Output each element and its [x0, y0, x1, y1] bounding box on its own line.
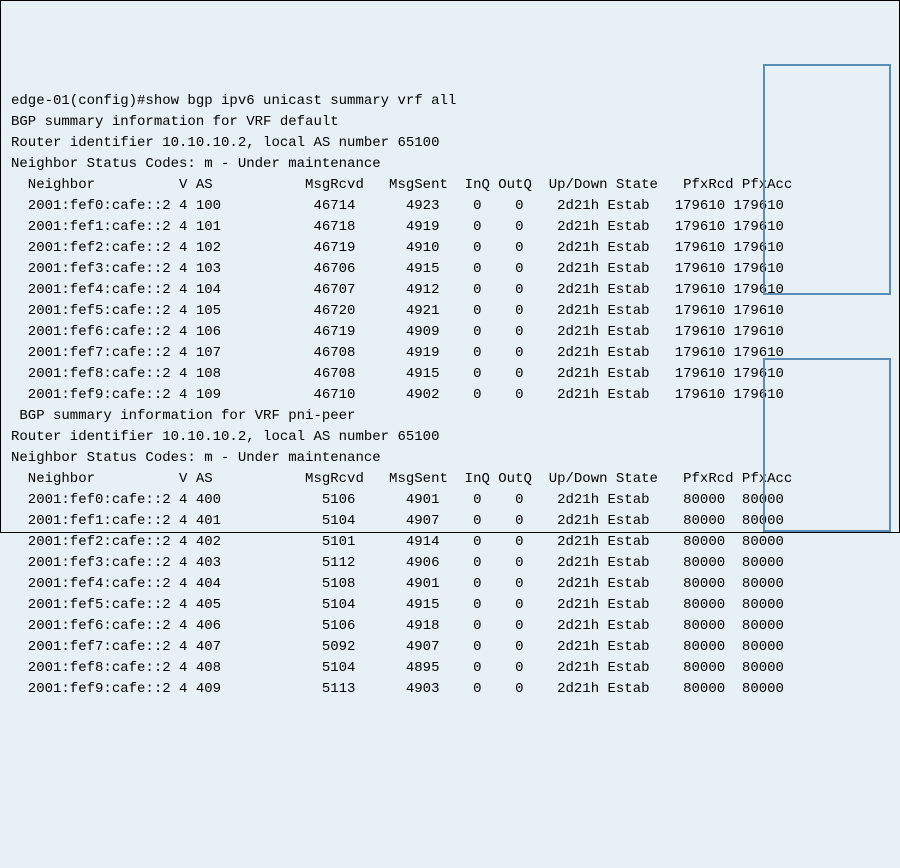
- terminal-line: Neighbor V AS MsgRcvd MsgSent InQ OutQ U…: [11, 175, 889, 196]
- terminal-line: 2001:fef4:cafe::2 4 404 5108 4901 0 0 2d…: [11, 574, 889, 595]
- terminal-line: 2001:fef3:cafe::2 4 403 5112 4906 0 0 2d…: [11, 553, 889, 574]
- terminal-line: 2001:fef9:cafe::2 4 409 5113 4903 0 0 2d…: [11, 679, 889, 700]
- terminal-line: Router identifier 10.10.10.2, local AS n…: [11, 427, 889, 448]
- terminal-line: 2001:fef2:cafe::2 4 102 46719 4910 0 0 2…: [11, 238, 889, 259]
- terminal-line: 2001:fef6:cafe::2 4 106 46719 4909 0 0 2…: [11, 322, 889, 343]
- terminal-line: 2001:fef1:cafe::2 4 401 5104 4907 0 0 2d…: [11, 511, 889, 532]
- terminal-line: 2001:fef5:cafe::2 4 405 5104 4915 0 0 2d…: [11, 595, 889, 616]
- terminal-line: Neighbor V AS MsgRcvd MsgSent InQ OutQ U…: [11, 469, 889, 490]
- terminal-line: edge-01(config)#show bgp ipv6 unicast su…: [11, 91, 889, 112]
- terminal-line: 2001:fef8:cafe::2 4 108 46708 4915 0 0 2…: [11, 364, 889, 385]
- terminal-line: 2001:fef8:cafe::2 4 408 5104 4895 0 0 2d…: [11, 658, 889, 679]
- terminal-line: 2001:fef5:cafe::2 4 105 46720 4921 0 0 2…: [11, 301, 889, 322]
- terminal-line: BGP summary information for VRF default: [11, 112, 889, 133]
- terminal-line: BGP summary information for VRF pni-peer: [11, 406, 889, 427]
- terminal-line: 2001:fef9:cafe::2 4 109 46710 4902 0 0 2…: [11, 385, 889, 406]
- terminal-line: 2001:fef1:cafe::2 4 101 46718 4919 0 0 2…: [11, 217, 889, 238]
- terminal-line: Router identifier 10.10.10.2, local AS n…: [11, 133, 889, 154]
- terminal-line: 2001:fef2:cafe::2 4 402 5101 4914 0 0 2d…: [11, 532, 889, 553]
- terminal-line: 2001:fef4:cafe::2 4 104 46707 4912 0 0 2…: [11, 280, 889, 301]
- terminal-output: edge-01(config)#show bgp ipv6 unicast su…: [11, 91, 889, 700]
- terminal-line: 2001:fef7:cafe::2 4 407 5092 4907 0 0 2d…: [11, 637, 889, 658]
- terminal-line: 2001:fef6:cafe::2 4 406 5106 4918 0 0 2d…: [11, 616, 889, 637]
- terminal-line: 2001:fef3:cafe::2 4 103 46706 4915 0 0 2…: [11, 259, 889, 280]
- terminal-line: 2001:fef0:cafe::2 4 400 5106 4901 0 0 2d…: [11, 490, 889, 511]
- terminal-line: 2001:fef7:cafe::2 4 107 46708 4919 0 0 2…: [11, 343, 889, 364]
- terminal-line: Neighbor Status Codes: m - Under mainten…: [11, 448, 889, 469]
- terminal-line: 2001:fef0:cafe::2 4 100 46714 4923 0 0 2…: [11, 196, 889, 217]
- terminal-line: Neighbor Status Codes: m - Under mainten…: [11, 154, 889, 175]
